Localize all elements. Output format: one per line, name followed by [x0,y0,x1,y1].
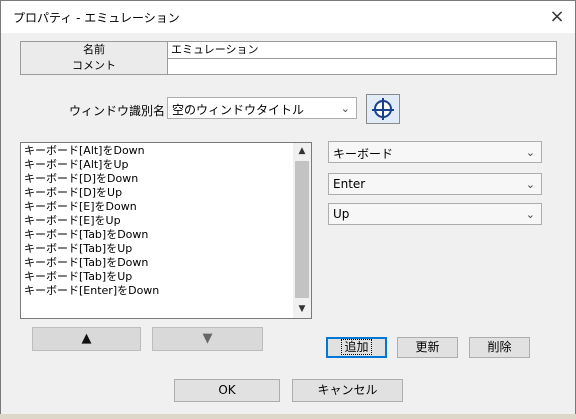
actions-listbox[interactable]: キーボード[Alt]をDown キーボード[Alt]をUp キーボード[D]をD… [20,142,312,319]
chevron-down-icon: ⌄ [525,208,535,221]
device-select[interactable]: キーボード ⌄ [328,141,542,163]
add-button[interactable]: 追加 [326,337,387,358]
list-item[interactable]: キーボード[Tab]をDown [24,228,148,242]
name-row: 名前 エミュレーション [21,42,556,59]
list-item[interactable]: キーボード[Alt]をDown [24,144,145,158]
ok-button[interactable]: OK [174,379,280,402]
window-title: プロパティ - エミュレーション [13,11,180,25]
update-button[interactable]: 更新 [397,337,458,358]
move-down-button[interactable]: ▼ [152,327,263,351]
list-item[interactable]: キーボード[Tab]をDown [24,256,148,270]
window-id-label: ウィンドウ識別名 [69,104,166,118]
delete-button[interactable]: 削除 [469,337,530,358]
list-scrollbar[interactable]: ▲ ▼ [293,143,311,318]
list-item[interactable]: キーボード[Enter]をDown [24,284,159,298]
list-item[interactable]: キーボード[Alt]をUp [24,158,129,172]
window-picker-button[interactable] [366,94,400,124]
chevron-down-icon: ⌄ [340,102,350,115]
window-id-select[interactable]: 空のウィンドウタイトル ⌄ [167,97,357,119]
direction-value: Up [333,207,350,221]
properties-dialog: プロパティ - エミュレーション × 名前 エミュレーション コメント ウィンド… [0,0,576,419]
list-item[interactable]: キーボード[D]をDown [24,172,138,186]
list-item[interactable]: キーボード[D]をUp [24,186,122,200]
chevron-down-icon: ⌄ [525,178,535,191]
cancel-button[interactable]: キャンセル [292,379,403,402]
scroll-up-arrow-icon[interactable]: ▲ [293,143,311,160]
list-item[interactable]: キーボード[E]をUp [24,214,121,228]
background-strip-bottom [0,414,576,419]
direction-select[interactable]: Up ⌄ [328,203,542,225]
device-value: キーボード [333,147,394,161]
key-value: Enter [333,177,366,191]
scroll-down-arrow-icon[interactable]: ▼ [293,301,311,318]
add-button-label: 追加 [341,339,372,355]
comment-label: コメント [21,58,168,74]
list-item[interactable]: キーボード[E]をDown [24,200,137,214]
window-id-value: 空のウィンドウタイトル [172,103,305,117]
scroll-thumb[interactable] [295,161,309,298]
key-select[interactable]: Enter ⌄ [328,173,542,195]
properties-table: 名前 エミュレーション コメント [20,41,557,75]
list-item[interactable]: キーボード[Tab]をUp [24,242,132,256]
title-bar: プロパティ - エミュレーション × [1,1,575,33]
name-label: 名前 [21,42,168,58]
crosshair-v [382,98,384,120]
comment-row: コメント [21,58,556,74]
move-up-button[interactable]: ▲ [32,327,141,351]
name-value[interactable]: エミュレーション [171,42,259,58]
list-item[interactable]: キーボード[Tab]をUp [24,270,132,284]
chevron-down-icon: ⌄ [525,146,535,159]
close-button[interactable]: × [544,5,570,29]
